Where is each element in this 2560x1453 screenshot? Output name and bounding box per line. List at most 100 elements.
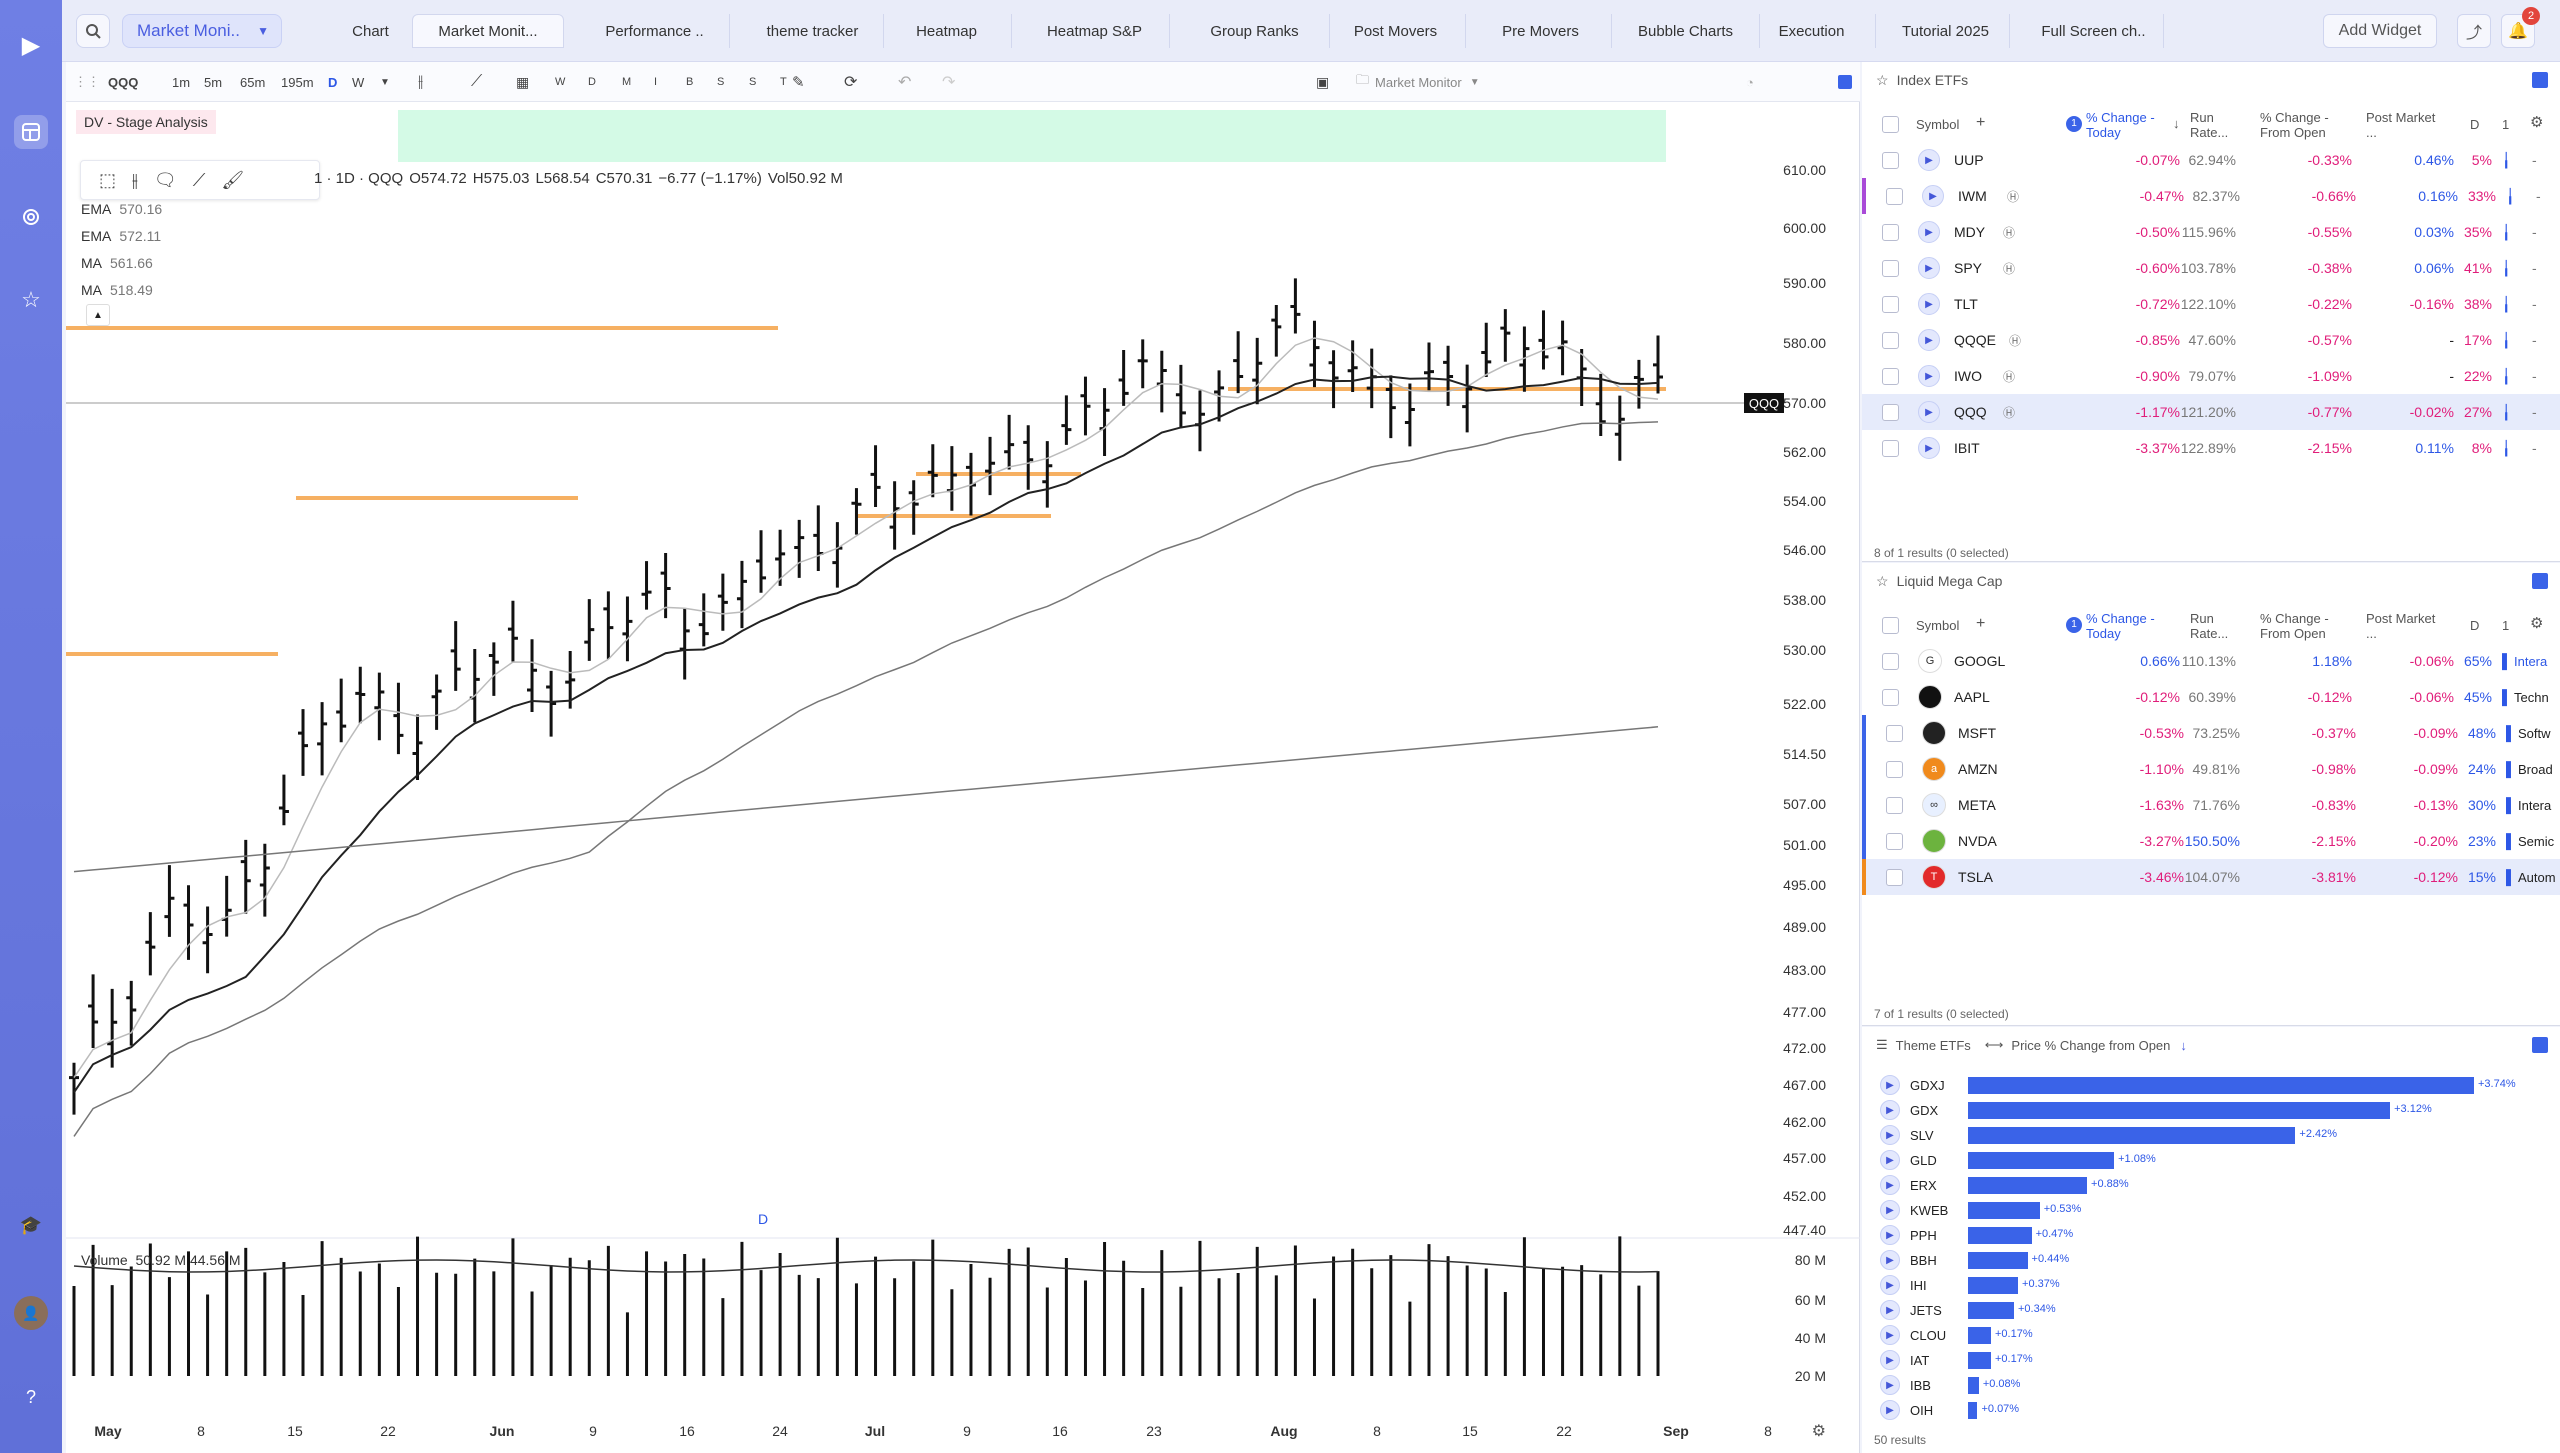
star-icon[interactable]: ☆ — [1876, 72, 1889, 89]
star-icon[interactable]: ☆ — [1876, 573, 1889, 590]
timeframe-5m-button[interactable]: 5m — [204, 62, 222, 102]
workspace-icon[interactable] — [14, 115, 48, 149]
panel-color-icon[interactable] — [2532, 72, 2548, 88]
table-row[interactable]: ▶ QQQE Ⓗ -0.85% 47.60% -0.57% -17% ╽ - — [1862, 322, 2560, 358]
play-icon[interactable]: ▶ — [1880, 1400, 1900, 1420]
learn-icon[interactable]: 🎓 — [14, 1208, 48, 1242]
interval-toggle-2[interactable]: M — [622, 62, 631, 102]
play-icon[interactable]: ▶ — [1880, 1125, 1900, 1145]
theme-bar-row[interactable]: ▶ GDXJ +3.74% — [1862, 1073, 2560, 1098]
bell-icon[interactable]: 🔔 2 — [2501, 7, 2540, 48]
run-rate-header[interactable]: Run Rate... — [2190, 611, 2250, 641]
tab-chart[interactable]: Chart — [316, 14, 426, 48]
table-row[interactable]: MSFT -0.53% 73.25% -0.37% -0.09% 48% ▌ Softw — [1862, 715, 2560, 751]
candle-tool-icon[interactable]: ⫲ — [132, 170, 138, 191]
theme-bar-row[interactable]: ▶ BBH +0.44% — [1862, 1248, 2560, 1273]
table-row[interactable]: G GOOGL 0.66% 110.13% 1.18% -0.06% 65% ▌ Intera — [1862, 643, 2560, 679]
line-tool-icon[interactable]: ⟋ — [193, 170, 206, 191]
tab-group-ranks[interactable]: Group Ranks — [1180, 14, 1330, 48]
tab-bubble-charts[interactable]: Bubble Charts — [1612, 14, 1760, 48]
settings-gear-icon[interactable]: ⚙ — [2530, 115, 2543, 130]
redo-icon[interactable]: ↷ — [942, 62, 955, 102]
interval-toggle-1[interactable]: D — [588, 62, 596, 102]
tab-performance[interactable]: Performance .. — [580, 14, 730, 48]
timeframe-195m-button[interactable]: 195m — [281, 62, 314, 102]
add-symbol-icon[interactable]: + — [1976, 115, 1985, 131]
table-row[interactable]: ▶ UUP -0.07% 62.94% -0.33% 0.46% 5% ╽ - — [1862, 142, 2560, 178]
play-icon[interactable]: ▶ — [1880, 1225, 1900, 1245]
settings-gear-icon[interactable]: ⚙ — [2530, 616, 2543, 631]
change-today-header[interactable]: % Change - Today — [2086, 611, 2166, 641]
callout-tool-icon[interactable]: 🗨 — [154, 170, 177, 191]
tab-heatmap-s-p[interactable]: Heatmap S&P — [1020, 14, 1170, 48]
table-row[interactable]: AAPL -0.12% 60.39% -0.12% -0.06% 45% ▌ Techn — [1862, 679, 2560, 715]
share-icon[interactable]: ⤴ — [2457, 14, 2491, 48]
change-open-header[interactable]: % Change - From Open — [2260, 110, 2350, 140]
drag-handle-icon[interactable]: ⋮⋮ — [74, 62, 100, 102]
theme-bar-row[interactable]: ▶ IAT +0.17% — [1862, 1348, 2560, 1373]
timer-icon[interactable]: ◔ — [1746, 62, 1754, 102]
radar-icon[interactable] — [14, 200, 48, 234]
chevron-down-icon[interactable]: ▼ — [380, 62, 390, 102]
add-symbol-icon[interactable]: + — [1976, 616, 1985, 632]
price-chart[interactable]: 610.00 600.00 590.00 580.00 570.00 562.00 554.… — [66, 102, 1860, 1453]
change-today-header[interactable]: % Change - Today — [2086, 110, 2166, 140]
run-rate-header[interactable]: Run Rate... — [2190, 110, 2250, 140]
play-icon[interactable]: ▶ — [1880, 1075, 1900, 1095]
avatar[interactable]: 👤 — [14, 1296, 48, 1330]
play-icon[interactable]: ▶ — [1880, 1275, 1900, 1295]
symbol-header[interactable]: Symbol — [1916, 618, 1959, 633]
tab-post-movers[interactable]: Post Movers — [1326, 14, 1466, 48]
interval-toggle-7[interactable]: T — [780, 62, 787, 102]
help-icon[interactable]: ? — [14, 1380, 48, 1414]
table-row[interactable]: T TSLA -3.46% 104.07% -3.81% -0.12% 15% ▌ Autom — [1862, 859, 2560, 895]
table-row[interactable]: ▶ SPY Ⓗ -0.60% 103.78% -0.38% 0.06% 41% ╽ - — [1862, 250, 2560, 286]
interval-toggle-6[interactable]: S — [749, 62, 756, 102]
indicator-row[interactable]: EMA 572.11 — [81, 223, 162, 250]
table-row[interactable]: NVDA -3.27% 150.50% -2.15% -0.20% 23% ▌ Semic — [1862, 823, 2560, 859]
play-icon[interactable]: ▶ — [1880, 1150, 1900, 1170]
panel-color-icon[interactable] — [2532, 1037, 2548, 1053]
theme-bar-row[interactable]: ▶ OIH +0.07% — [1862, 1398, 2560, 1423]
timeframe-d-button[interactable]: D — [328, 62, 337, 102]
table-row[interactable]: ∞ META -1.63% 71.76% -0.83% -0.13% 30% ▌ Intera — [1862, 787, 2560, 823]
theme-bar-row[interactable]: ▶ IHI +0.37% — [1862, 1273, 2560, 1298]
theme-bar-row[interactable]: ▶ GLD +1.08% — [1862, 1148, 2560, 1173]
theme-bar-row[interactable]: ▶ ERX +0.88% — [1862, 1173, 2560, 1198]
theme-bar-row[interactable]: ▶ JETS +0.34% — [1862, 1298, 2560, 1323]
play-icon[interactable]: ▶ — [1880, 1350, 1900, 1370]
post-market-header[interactable]: Post Market ... — [2366, 611, 2436, 641]
theme-bar-row[interactable]: ▶ SLV +2.42% — [1862, 1123, 2560, 1148]
timeframe-1m-button[interactable]: 1m — [172, 62, 190, 102]
logo-icon[interactable]: ▶ — [14, 28, 48, 62]
indicator-row[interactable]: MA 561.66 — [81, 250, 162, 277]
one-header[interactable]: 1 — [2502, 117, 2509, 132]
tab-market-monit[interactable]: Market Monit... — [412, 14, 564, 48]
symbol-input[interactable]: QQQ — [108, 62, 138, 102]
interval-toggle-3[interactable]: I — [654, 62, 657, 102]
table-row[interactable]: ▶ IBIT -3.37% 122.89% -2.15% 0.11% 8% ╽ - — [1862, 430, 2560, 466]
panel-color-icon[interactable] — [2532, 573, 2548, 589]
brush-tool-icon[interactable]: 🖌 — [221, 170, 244, 191]
interval-toggle-4[interactable]: B — [686, 62, 693, 102]
d-header[interactable]: D — [2470, 117, 2479, 132]
select-all-checkbox[interactable] — [1882, 116, 1899, 133]
theme-bar-row[interactable]: ▶ CLOU +0.17% — [1862, 1323, 2560, 1348]
tab-pre-movers[interactable]: Pre Movers — [1470, 14, 1612, 48]
play-icon[interactable]: ▶ — [1880, 1250, 1900, 1270]
table-row[interactable]: ▶ MDY Ⓗ -0.50% 115.96% -0.55% 0.03% 35% ╽ - — [1862, 214, 2560, 250]
indicator-row[interactable]: EMA 570.16 — [81, 196, 162, 223]
table-row[interactable]: ▶ QQQ Ⓗ -1.17% 121.20% -0.77% -0.02% 27% ╽ - — [1862, 394, 2560, 430]
sort-desc-icon[interactable]: ↓ — [2173, 116, 2180, 131]
play-icon[interactable]: ▶ — [1880, 1375, 1900, 1395]
undo-icon[interactable]: ↶ — [898, 62, 911, 102]
indicator-icon[interactable]: ⟋ — [471, 62, 482, 102]
theme-bar-row[interactable]: ▶ KWEB +0.53% — [1862, 1198, 2560, 1223]
tab-tutorial-2025[interactable]: Tutorial 2025 — [1882, 14, 2010, 48]
panel-color-icon[interactable] — [1838, 62, 1852, 102]
post-market-header[interactable]: Post Market ... — [2366, 110, 2436, 140]
theme-bar-row[interactable]: ▶ GDX +3.12% — [1862, 1098, 2560, 1123]
interval-toggle-0[interactable]: W — [555, 62, 565, 102]
sort-desc-icon[interactable]: ↓ — [2180, 1038, 2187, 1053]
table-row[interactable]: ▶ TLT -0.72% 122.10% -0.22% -0.16% 38% ╽ - — [1862, 286, 2560, 322]
